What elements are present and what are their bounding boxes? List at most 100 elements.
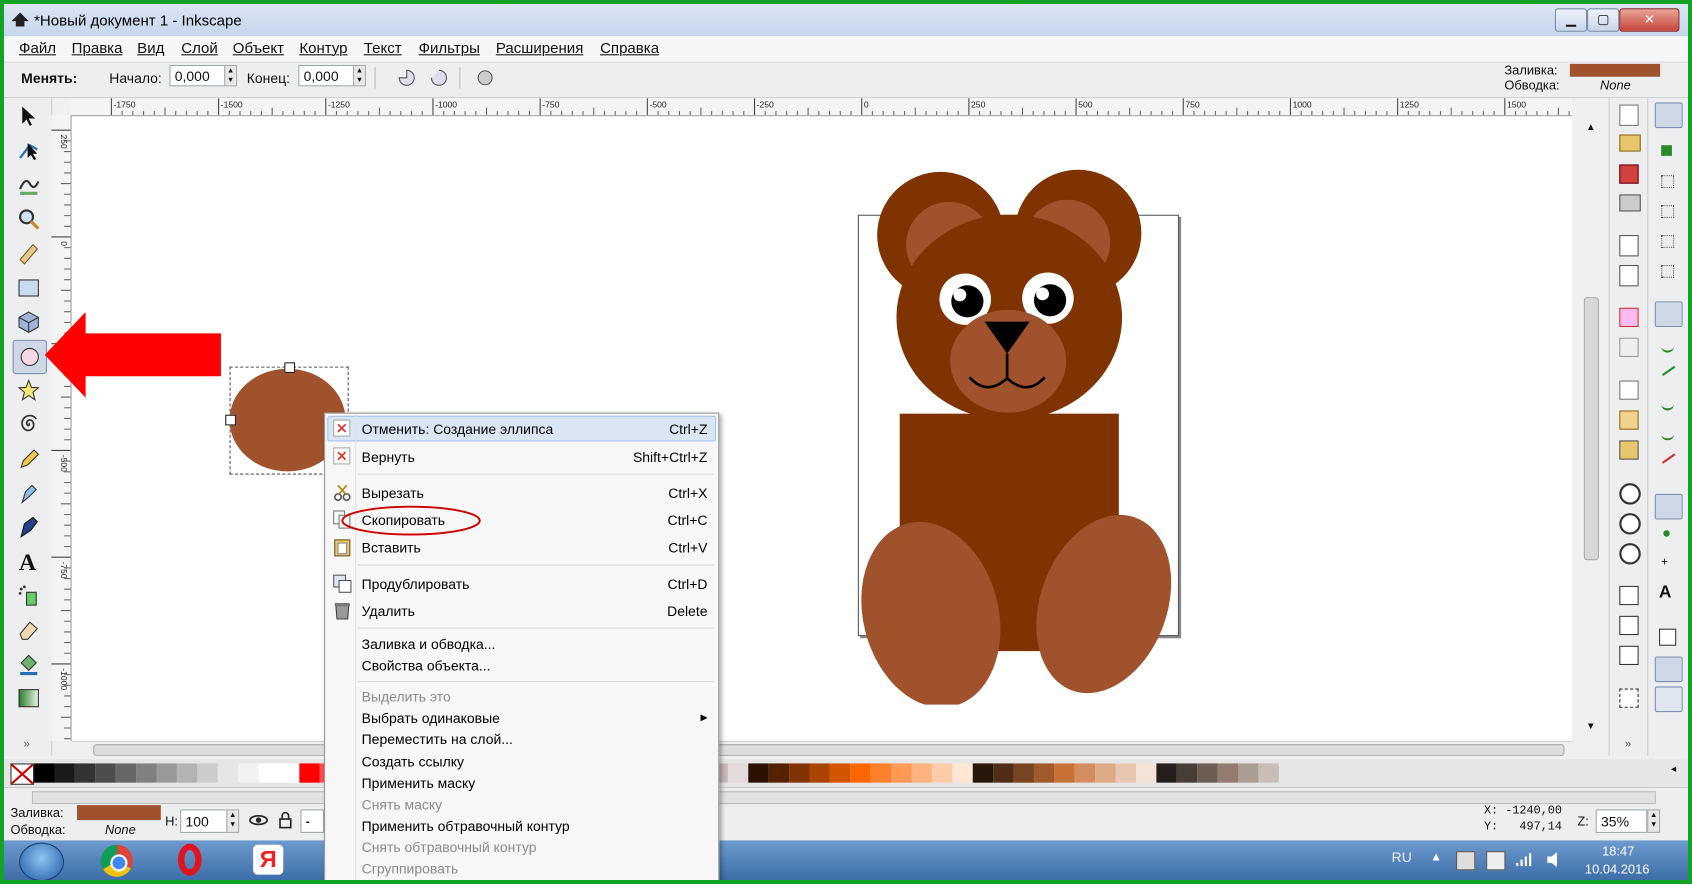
language-indicator[interactable]: RU <box>1392 849 1412 865</box>
menu-path[interactable]: Контур <box>299 39 347 56</box>
tray-expand-icon[interactable]: ▲ <box>1430 851 1442 864</box>
import-icon[interactable] <box>1619 235 1639 257</box>
spray-tool-icon[interactable] <box>13 579 45 611</box>
vertical-scroll-thumb[interactable] <box>1583 297 1599 561</box>
zoom-tool-icon[interactable] <box>13 203 45 235</box>
vertical-scrollbar[interactable]: ▲ ▼ <box>1578 115 1603 740</box>
ellipse-tool-icon[interactable] <box>12 339 47 375</box>
measure-tool-icon[interactable] <box>13 237 45 269</box>
network-signal-icon[interactable] <box>1514 851 1533 868</box>
palette-swatch[interactable] <box>911 763 932 783</box>
menu-item-fill-stroke[interactable]: Заливка и обводка... <box>362 636 496 652</box>
3d-box-tool-icon[interactable] <box>13 306 45 338</box>
start-button-icon[interactable] <box>19 842 65 880</box>
palette-swatch[interactable] <box>217 763 239 783</box>
zoom-page-icon[interactable] <box>1619 543 1641 565</box>
snap-guide-icon[interactable] <box>1654 686 1683 713</box>
palette-swatch[interactable] <box>768 763 790 783</box>
palette-swatch[interactable] <box>278 763 300 783</box>
menu-item-paste[interactable]: Вставить <box>362 540 421 556</box>
snap-toggle-icon[interactable] <box>1654 102 1683 129</box>
snap-smooth-icon[interactable] <box>1661 428 1675 441</box>
menu-item-create-link[interactable]: Создать ссылку <box>362 754 464 770</box>
snap-bbox-edge-icon[interactable] <box>1661 175 1675 188</box>
stroke-value[interactable]: None <box>1600 78 1631 93</box>
volume-icon[interactable] <box>1546 851 1561 868</box>
layer-selector[interactable]: -La <box>300 809 325 833</box>
snap-paths-icon[interactable] <box>1661 340 1675 353</box>
palette-swatch[interactable] <box>1135 763 1157 783</box>
fill-color-swatch[interactable] <box>1569 63 1661 77</box>
palette-swatch[interactable] <box>1258 763 1279 783</box>
start-angle-input[interactable]: 0,000 <box>169 64 226 87</box>
palette-swatch[interactable] <box>258 763 279 783</box>
maximize-button[interactable]: ▢ <box>1587 8 1620 32</box>
zoom-input[interactable]: 35% <box>1595 809 1648 833</box>
horizontal-scroll-thumb[interactable] <box>93 744 1565 756</box>
snap-midpoint-icon[interactable] <box>1661 453 1676 464</box>
pencil-tool-icon[interactable] <box>13 443 45 475</box>
menu-text[interactable]: Текст <box>364 39 402 56</box>
chrome-icon[interactable] <box>100 844 133 877</box>
closed-arc-icon[interactable] <box>397 69 416 86</box>
menu-item-cut[interactable]: Вырезать <box>362 485 424 501</box>
make-whole-icon[interactable] <box>477 69 496 86</box>
status-stroke-value[interactable]: None <box>105 822 136 837</box>
palette-swatch[interactable] <box>1074 763 1096 783</box>
opacity-spinner[interactable]: ▲ ▼ <box>226 809 240 833</box>
unlink-clone-icon[interactable] <box>1619 645 1639 666</box>
palette-swatch[interactable] <box>870 763 892 783</box>
palette-swatch[interactable] <box>54 763 75 783</box>
palette-swatch[interactable] <box>197 763 218 783</box>
lock-icon[interactable] <box>277 811 294 829</box>
snap-rotation-center-icon[interactable]: + <box>1661 556 1668 569</box>
palette-menu-icon[interactable]: ◂ <box>1671 763 1676 775</box>
palette-swatch[interactable] <box>891 763 912 783</box>
menu-item-undo[interactable]: Отменить: Создание эллипса <box>362 421 554 437</box>
palette-swatch[interactable] <box>1197 763 1218 783</box>
palette-swatch[interactable] <box>1095 763 1116 783</box>
palette-swatch[interactable] <box>1054 763 1075 783</box>
menu-item-delete[interactable]: Удалить <box>362 603 415 619</box>
start-angle-spinner[interactable]: ▲ ▼ <box>224 64 238 87</box>
palette-swatch[interactable] <box>299 763 320 783</box>
open-folder-icon[interactable] <box>1619 134 1641 152</box>
palette-swatch[interactable] <box>809 763 830 783</box>
tweak-tool-icon[interactable] <box>13 169 45 201</box>
snap-bbox-icon[interactable] <box>1661 145 1672 156</box>
zoom-selection-icon[interactable] <box>1619 483 1641 505</box>
menu-view[interactable]: Вид <box>137 39 164 56</box>
palette-swatch[interactable] <box>1013 763 1034 783</box>
palette-swatch[interactable] <box>95 763 116 783</box>
menu-item-redo[interactable]: Вернуть <box>362 449 415 465</box>
palette-swatch[interactable] <box>115 763 137 783</box>
palette-swatch[interactable] <box>34 763 55 783</box>
zoom-spinner[interactable]: ▲ ▼ <box>1647 809 1661 833</box>
pen-tool-icon[interactable] <box>13 477 45 509</box>
end-angle-input[interactable]: 0,000 <box>298 64 355 87</box>
zoom-drawing-icon[interactable] <box>1619 513 1641 535</box>
palette-swatch[interactable] <box>931 763 953 783</box>
palette-scrollbar[interactable] <box>31 791 1656 805</box>
menu-file[interactable]: Файл <box>19 39 56 56</box>
menu-object[interactable]: Объект <box>233 39 284 56</box>
export-icon[interactable] <box>1619 264 1639 287</box>
horizontal-scrollbar[interactable] <box>71 740 1573 757</box>
palette-swatch[interactable] <box>972 763 994 783</box>
menu-help[interactable]: Справка <box>600 39 659 56</box>
clone-icon[interactable] <box>1619 615 1639 636</box>
palette-swatch[interactable] <box>789 763 810 783</box>
palette-swatch[interactable] <box>1176 763 1198 783</box>
snap-bbox-center-icon[interactable] <box>1661 264 1675 278</box>
palette-swatch[interactable] <box>176 763 198 783</box>
palette-swatch[interactable] <box>850 763 871 783</box>
minimize-button[interactable]: ▁ <box>1554 8 1588 32</box>
palette-swatch[interactable] <box>156 763 177 783</box>
menu-edit[interactable]: Правка <box>72 39 123 56</box>
duplicate-command-icon[interactable] <box>1619 585 1639 606</box>
clock-time[interactable]: 18:47 <box>1602 844 1634 859</box>
selector-tool-icon[interactable] <box>13 100 45 132</box>
menu-item-select-same[interactable]: Выбрать одинаковые <box>362 710 500 726</box>
text-tool-icon[interactable]: A <box>13 545 45 577</box>
eye-icon[interactable] <box>249 812 268 829</box>
